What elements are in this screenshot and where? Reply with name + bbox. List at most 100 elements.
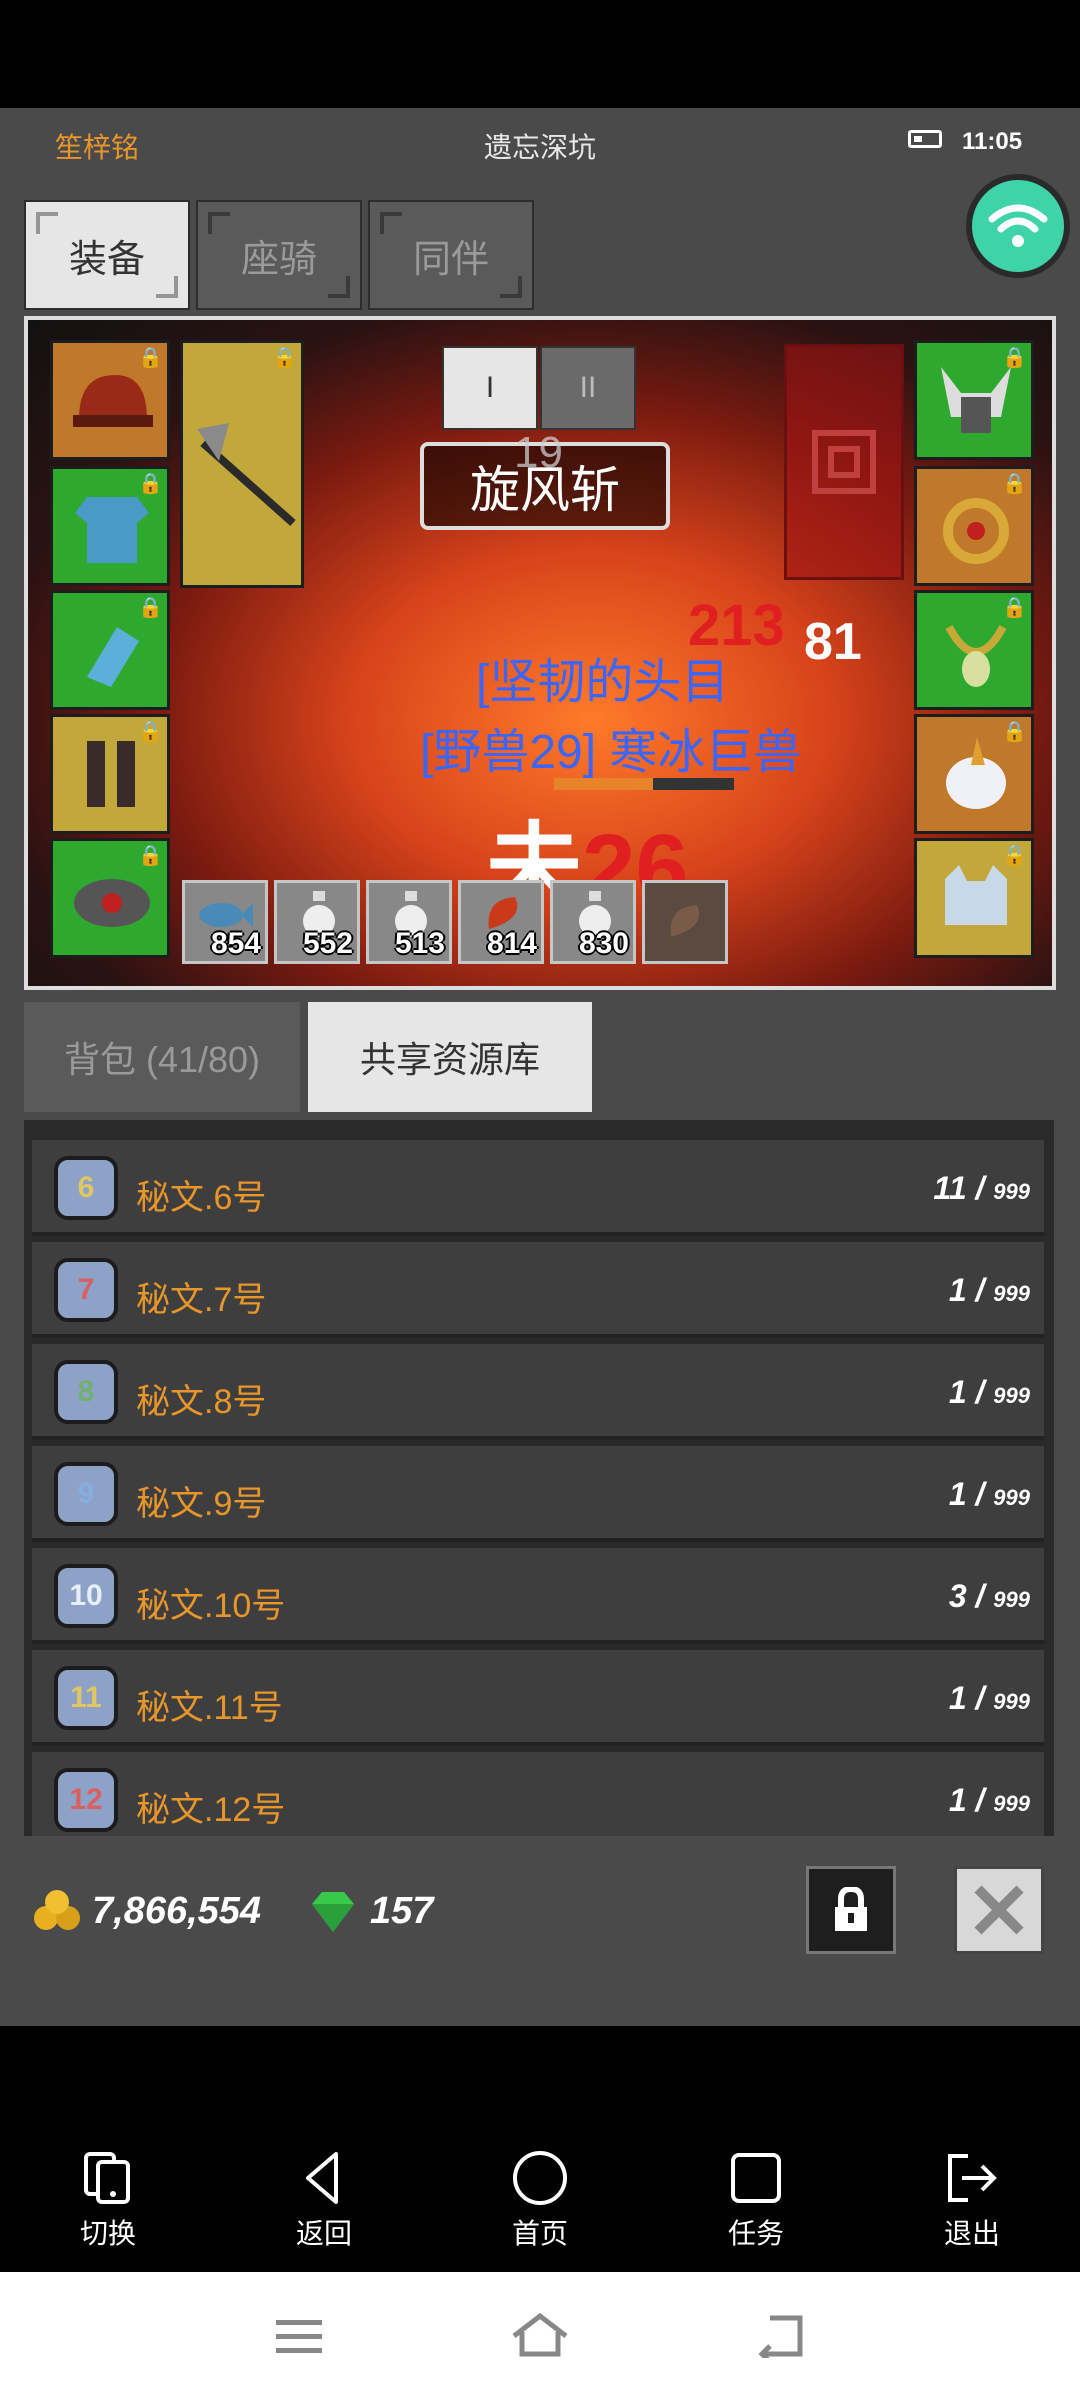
tab-equipment[interactable]: 装备 (24, 200, 190, 310)
equip-slot-horned-helm[interactable]: 🔒 (914, 340, 1034, 460)
lock-icon: 🔒 (1002, 721, 1027, 743)
item-list[interactable]: 6 秘文.6号 11 / 999 7 秘文.7号 1 / 999 8 秘文.8号 1 / 999… (24, 1120, 1054, 1836)
page-button-1[interactable]: I (442, 346, 538, 430)
equip-slot-belt[interactable]: 🔒 (50, 838, 170, 958)
item-count: 1 / 999 (949, 1680, 1030, 1717)
lock-icon: 🔒 (1002, 347, 1027, 369)
lock-icon: 🔒 (1002, 473, 1027, 495)
tab-mount[interactable]: 座骑 (196, 200, 362, 310)
list-item[interactable]: 10 秘文.10号 3 / 999 (32, 1548, 1044, 1644)
equip-slot-necklace[interactable]: 🔒 (914, 590, 1034, 710)
rune-badge: 6 (77, 1171, 95, 1204)
item-count: 1 / 999 (949, 1782, 1030, 1819)
exit-icon (948, 2154, 997, 2202)
necklace-icon (945, 625, 1007, 687)
quick-slot-6[interactable] (642, 880, 728, 964)
rune-icon: 12 (54, 1768, 118, 1832)
app-screen: { "header": {"player_name": "笙梓铭", "loca… (0, 0, 1080, 2400)
close-button[interactable] (954, 1866, 1044, 1954)
nav-label: 退出 (943, 2218, 1000, 2249)
home-icon[interactable] (510, 2312, 570, 2358)
item-qty: 1 / (948, 1476, 985, 1512)
item-name: 秘文.9号 (136, 1485, 267, 1523)
list-item[interactable]: 7 秘文.7号 1 / 999 (32, 1242, 1044, 1338)
cat-icon (945, 865, 1007, 925)
list-item[interactable]: 11 秘文.11号 1 / 999 (32, 1650, 1044, 1746)
item-name: 秘文.10号 (136, 1587, 286, 1625)
quick-slot-qty: 814 (486, 927, 537, 960)
lock-icon: 🔒 (1002, 845, 1027, 867)
item-name: 秘文.12号 (136, 1791, 286, 1829)
nav-label: 返回 (295, 2218, 352, 2249)
tab-shared-storage[interactable]: 共享资源库 (308, 1002, 592, 1112)
nav-back[interactable]: 返回 (244, 2150, 404, 2252)
equip-slot-weapon[interactable]: 🔒 (180, 340, 304, 588)
nav-home[interactable]: 首页 (460, 2150, 620, 2252)
rune-badge: 10 (69, 1579, 103, 1612)
unicorn-icon (946, 737, 1006, 809)
quick-slot-4[interactable]: 814 (458, 880, 544, 964)
equip-slot-boots[interactable]: 🔒 (50, 714, 170, 834)
horned-helm-icon (941, 367, 1011, 433)
equip-slot-armor[interactable]: 🔒 (50, 466, 170, 586)
item-count: 1 / 999 (949, 1272, 1030, 1309)
lock-button[interactable] (806, 1866, 896, 1954)
quick-slot-5[interactable]: 830 (550, 880, 636, 964)
battery-icon (908, 130, 942, 148)
nav-exit[interactable]: 退出 (892, 2150, 1052, 2252)
item-count: 3 / 999 (949, 1578, 1030, 1615)
belt-icon (74, 879, 150, 927)
equip-slot-helmet[interactable]: 🔒 (50, 340, 170, 460)
rune-badge: 9 (77, 1477, 95, 1510)
quick-slot-3[interactable]: 513 (366, 880, 452, 964)
nav-tasks[interactable]: 任务 (676, 2150, 836, 2252)
nav-label: 切换 (79, 2218, 136, 2249)
target-panel[interactable] (784, 344, 904, 580)
menu-icon[interactable] (274, 2316, 324, 2356)
system-nav-bar (0, 2272, 1080, 2400)
equip-slot-ring[interactable]: 🔒 (914, 466, 1034, 586)
quick-slot-qty: 830 (578, 927, 629, 960)
lock-icon: 🔒 (138, 347, 163, 369)
equip-slot-companion[interactable]: 🔒 (914, 838, 1034, 958)
rune-icon: 7 (54, 1258, 118, 1322)
lock-icon (835, 1887, 867, 1931)
quick-slot-1[interactable]: 854 (182, 880, 268, 964)
rune-badge: 12 (69, 1783, 103, 1816)
rune-badge: 8 (77, 1375, 95, 1408)
switch-icon (84, 2152, 130, 2204)
item-max: 999 (993, 1587, 1030, 1612)
item-qty: 1 / (948, 1272, 985, 1308)
gem-amount: 157 (370, 1890, 434, 1932)
item-max: 999 (993, 1689, 1030, 1714)
axe-icon (197, 423, 296, 526)
equip-slot-pet[interactable]: 🔒 (914, 714, 1034, 834)
quick-slot-2[interactable]: 552 (274, 880, 360, 964)
nav-label: 首页 (511, 2218, 568, 2249)
rune-badge: 7 (77, 1273, 95, 1306)
clock: 11:05 (962, 128, 1023, 155)
list-item[interactable]: 8 秘文.8号 1 / 999 (32, 1344, 1044, 1440)
list-item[interactable]: 9 秘文.9号 1 / 999 (32, 1446, 1044, 1542)
target-icon (812, 430, 876, 494)
back-icon[interactable] (756, 2314, 806, 2358)
rune-icon: 9 (54, 1462, 118, 1526)
item-max: 999 (993, 1791, 1030, 1816)
list-item[interactable]: 6 秘文.6号 11 / 999 (32, 1140, 1044, 1236)
boots-icon (87, 741, 135, 807)
quick-slot-qty: 854 (210, 927, 261, 960)
lock-icon: 🔒 (1002, 597, 1027, 619)
tab-backpack[interactable]: 背包 (41/80) (24, 1002, 300, 1112)
lock-icon: 🔒 (138, 597, 163, 619)
lock-icon: 🔒 (138, 473, 163, 495)
item-name: 秘文.7号 (136, 1281, 267, 1319)
item-count: 1 / 999 (949, 1476, 1030, 1513)
item-max: 999 (993, 1383, 1030, 1408)
nav-switch[interactable]: 切换 (28, 2150, 188, 2252)
equip-slot-gloves[interactable]: 🔒 (50, 590, 170, 710)
list-item[interactable]: 12 秘文.12号 1 / 999 (32, 1752, 1044, 1836)
tab-companion[interactable]: 同伴 (368, 200, 534, 310)
wifi-button[interactable] (966, 174, 1070, 278)
page-button-2[interactable]: II (540, 346, 636, 430)
helmet-icon (73, 375, 153, 427)
